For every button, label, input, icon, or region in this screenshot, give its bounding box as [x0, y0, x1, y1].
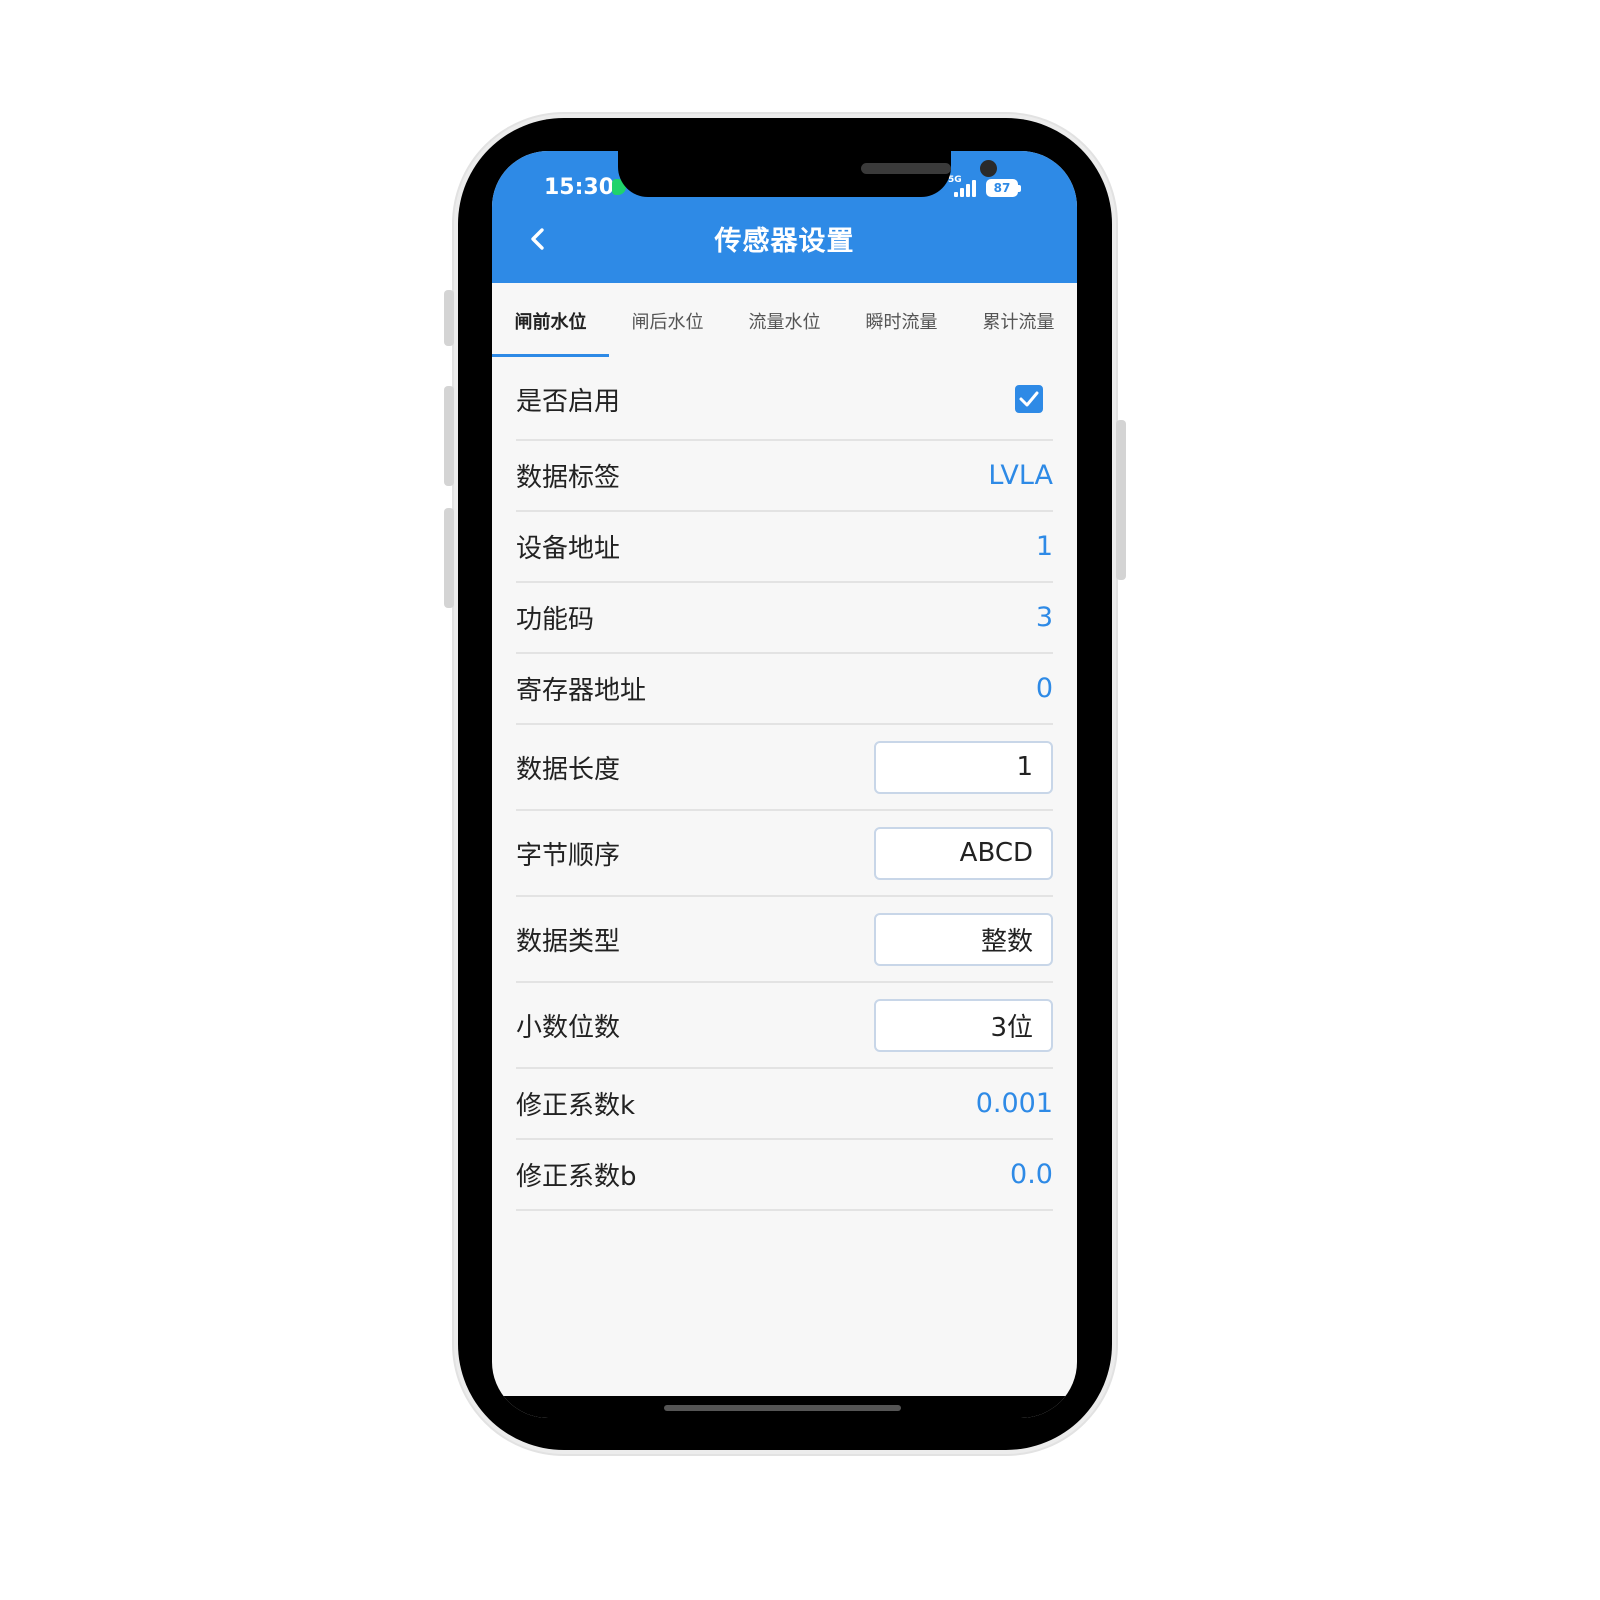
data-length-input[interactable]: 1: [874, 740, 1053, 794]
tab-downstream-level[interactable]: 闸后水位: [609, 283, 726, 359]
register-address-value[interactable]: 0: [1036, 673, 1053, 704]
coef-b-label: 修正系数b: [516, 1162, 637, 1192]
mute-switch: [444, 290, 454, 346]
row-data-length: 数据长度 1: [516, 725, 1053, 811]
sensor-settings-form: 是否启用 数据标签 LVLA 设备地址 1 功能码 3 寄存器地址 0 数据长度…: [516, 359, 1053, 1211]
battery-icon: 87: [986, 179, 1021, 197]
byte-order-select[interactable]: ABCD: [874, 826, 1053, 880]
volume-up-button: [444, 386, 454, 486]
tab-cumulative-flow[interactable]: 累计流量: [960, 283, 1077, 359]
checkmark-icon: [1019, 391, 1039, 407]
row-coef-k[interactable]: 修正系数k 0.001: [516, 1069, 1053, 1140]
row-coef-b[interactable]: 修正系数b 0.0: [516, 1140, 1053, 1211]
decimal-places-select[interactable]: 3位: [874, 998, 1053, 1052]
enabled-label: 是否启用: [516, 386, 621, 417]
row-data-type: 数据类型 整数: [516, 897, 1053, 983]
speaker-grille: [861, 163, 951, 174]
tab-flow-level[interactable]: 流量水位: [726, 283, 843, 359]
tab-upstream-level[interactable]: 闸前水位: [492, 283, 609, 359]
data-type-label: 数据类型: [516, 926, 621, 957]
page-title: 传感器设置: [714, 226, 855, 257]
data-length-label: 数据长度: [516, 754, 621, 785]
register-address-label: 寄存器地址: [516, 676, 647, 706]
row-register-address[interactable]: 寄存器地址 0: [516, 654, 1053, 725]
function-code-label: 功能码: [516, 605, 595, 635]
app-header: 15:30 5G 87 传感器设置: [492, 151, 1077, 283]
decimal-places-label: 小数位数: [516, 1012, 621, 1043]
signal-icon: [954, 179, 980, 197]
screen: 15:30 5G 87 传感器设置 闸前水位 闸后水位 流量水位 瞬时流量 累计…: [492, 151, 1077, 1418]
enabled-checkbox[interactable]: [1015, 385, 1043, 413]
byte-order-label: 字节顺序: [516, 840, 621, 871]
tab-bar: 闸前水位 闸后水位 流量水位 瞬时流量 累计流量: [492, 283, 1077, 359]
volume-down-button: [444, 508, 454, 608]
coef-k-label: 修正系数k: [516, 1091, 636, 1121]
row-decimal-places: 小数位数 3位: [516, 983, 1053, 1069]
row-data-tag[interactable]: 数据标签 LVLA: [516, 441, 1053, 512]
front-camera: [980, 160, 997, 177]
row-function-code[interactable]: 功能码 3: [516, 583, 1053, 654]
coef-b-value[interactable]: 0.0: [1010, 1159, 1053, 1190]
coef-k-value[interactable]: 0.001: [976, 1088, 1053, 1119]
data-type-select[interactable]: 整数: [874, 912, 1053, 966]
row-device-address[interactable]: 设备地址 1: [516, 512, 1053, 583]
function-code-value[interactable]: 3: [1036, 602, 1053, 633]
row-enabled: 是否启用: [516, 359, 1053, 441]
data-tag-value[interactable]: LVLA: [988, 460, 1053, 491]
device-address-label: 设备地址: [516, 534, 621, 564]
data-tag-label: 数据标签: [516, 463, 621, 493]
home-indicator[interactable]: [664, 1405, 901, 1411]
notch: [618, 151, 997, 197]
power-button: [1116, 420, 1126, 580]
row-byte-order: 字节顺序 ABCD: [516, 811, 1053, 897]
status-time: 15:30: [544, 175, 615, 200]
tab-instant-flow[interactable]: 瞬时流量: [843, 283, 960, 359]
device-address-value[interactable]: 1: [1036, 531, 1053, 562]
